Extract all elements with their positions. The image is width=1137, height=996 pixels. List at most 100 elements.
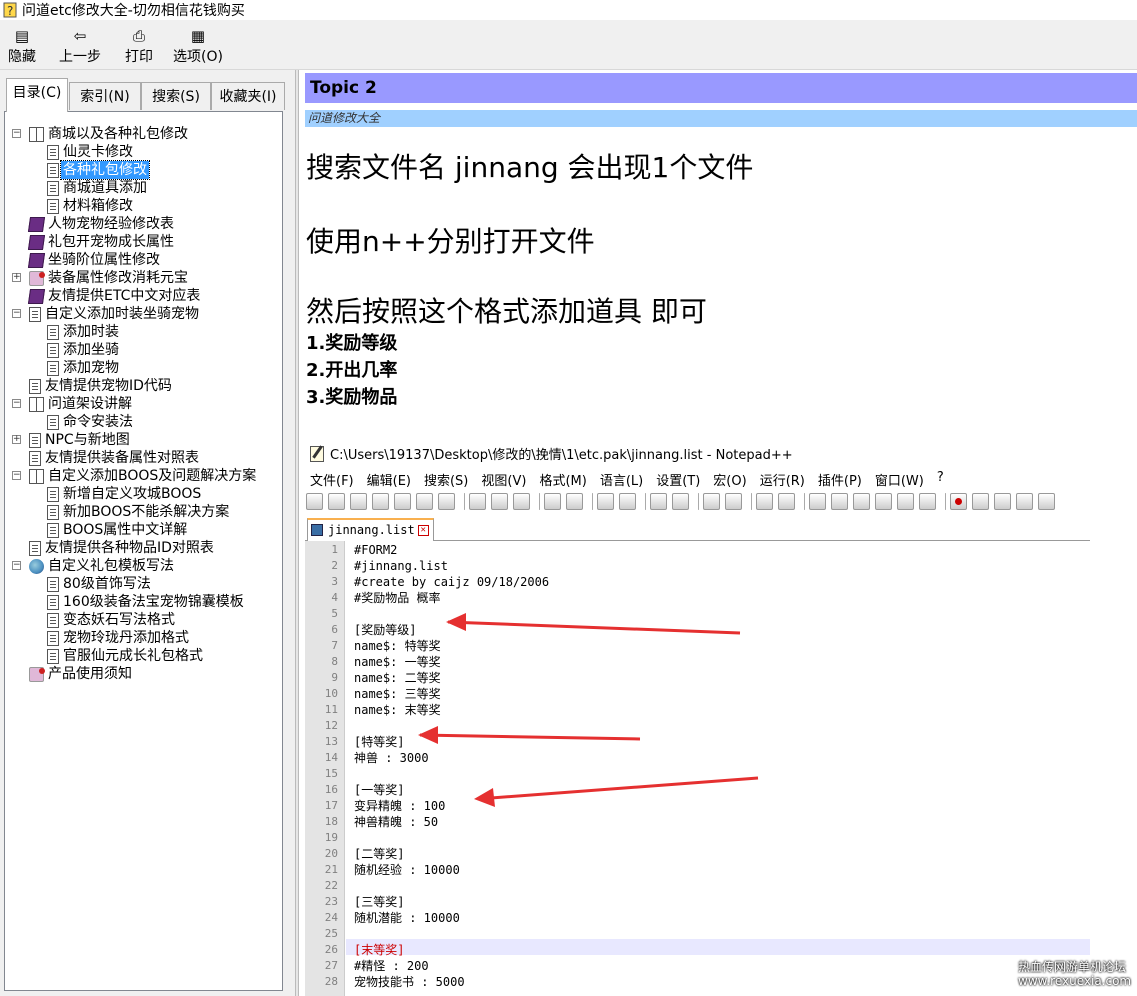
toolbar-button-icon[interactable] — [438, 492, 455, 510]
toolbar-button-icon[interactable] — [619, 492, 636, 510]
expand-toggle[interactable]: + — [12, 435, 21, 444]
tree-item[interactable]: 礼包开宠物成长属性 — [27, 233, 176, 251]
tree-item[interactable]: 友情提供ETC中文对应表 — [27, 287, 202, 305]
toolbar-button-icon[interactable] — [672, 492, 689, 510]
tab-search[interactable]: 搜索(S) — [141, 82, 211, 110]
toolbar-button-icon[interactable] — [469, 492, 486, 510]
options-button[interactable]: ▦ 选项(O) — [173, 26, 223, 68]
print-button[interactable]: ⎙ 打印 — [125, 26, 153, 68]
tree-item[interactable]: 新增自定义攻城BOOS — [47, 485, 203, 503]
tree-item[interactable]: 添加坐骑 — [47, 341, 121, 359]
toolbar-button-icon[interactable] — [491, 492, 508, 510]
tab-contents[interactable]: 目录(C) — [6, 78, 68, 112]
collapse-toggle[interactable]: − — [12, 399, 21, 408]
collapse-toggle[interactable]: − — [12, 129, 21, 138]
tree-item[interactable]: 人物宠物经验修改表 — [27, 215, 176, 233]
tree-item[interactable]: 材料箱修改 — [47, 197, 135, 215]
toolbar-button-icon[interactable] — [566, 492, 583, 510]
toolbar-button-icon[interactable] — [778, 492, 795, 510]
tree-item[interactable]: 新加BOOS不能杀解决方案 — [47, 503, 231, 521]
list-item-1: 1.奖励等级 — [306, 333, 398, 354]
pane-splitter[interactable] — [295, 70, 299, 996]
toolbar-button-icon[interactable] — [513, 492, 530, 510]
collapse-toggle[interactable]: − — [12, 561, 21, 570]
notepad-menu-item[interactable]: 搜索(S) — [424, 470, 468, 489]
tree-item[interactable]: NPC与新地图 — [29, 431, 132, 449]
tree-item[interactable]: 友情提供各种物品ID对照表 — [29, 539, 216, 557]
toolbar-button-icon[interactable] — [994, 492, 1011, 510]
close-tab-icon[interactable]: ✕ — [417, 525, 429, 536]
tree-item[interactable]: 80级首饰写法 — [47, 575, 153, 593]
toolbar-button-icon[interactable] — [703, 492, 720, 510]
notepad-toolbar — [306, 490, 1086, 512]
toolbar-button-icon[interactable] — [853, 492, 870, 510]
tree-item[interactable]: 变态妖石写法格式 — [47, 611, 177, 629]
toolbar-button-icon[interactable] — [350, 492, 367, 510]
tree-item[interactable]: 命令安装法 — [47, 413, 135, 431]
toolbar-button-icon[interactable] — [725, 492, 742, 510]
tree-item[interactable]: 友情提供装备属性对照表 — [29, 449, 201, 467]
tree-item[interactable]: 官服仙元成长礼包格式 — [47, 647, 205, 665]
notepad-menu-item[interactable]: 窗口(W) — [875, 470, 924, 489]
collapse-toggle[interactable]: − — [12, 471, 21, 480]
hide-button[interactable]: ▤ 隐藏 — [8, 26, 36, 68]
tree-item[interactable]: 仙灵卡修改 — [47, 143, 135, 161]
notepad-menu-item[interactable]: 设置(T) — [656, 470, 700, 489]
toolbar-button-icon[interactable] — [919, 492, 936, 510]
tab-index[interactable]: 索引(N) — [69, 82, 141, 110]
contents-tree[interactable]: − 商城以及各种礼包修改 仙灵卡修改 各种礼包修改 商城道具添加 材料箱修改 人物宠物经验修… — [4, 111, 283, 991]
tree-item[interactable]: 装备属性修改消耗元宝 — [29, 269, 190, 287]
tree-item[interactable]: 商城以及各种礼包修改 — [29, 125, 190, 143]
toolbar-button-icon[interactable] — [1016, 492, 1033, 510]
tree-item-label: 友情提供ETC中文对应表 — [48, 288, 201, 304]
tree-item[interactable]: 商城道具添加 — [47, 179, 149, 197]
tree-item[interactable]: BOOS属性中文详解 — [47, 521, 189, 539]
toolbar-button-icon[interactable] — [597, 492, 614, 510]
record-macro-icon[interactable] — [950, 492, 967, 510]
toolbar-button-icon[interactable] — [394, 492, 411, 510]
page-icon — [47, 612, 59, 628]
notepad-menu-item[interactable]: 插件(P) — [818, 470, 862, 489]
notepad-menu-item[interactable]: 语言(L) — [600, 470, 643, 489]
tree-item[interactable]: 添加时装 — [47, 323, 121, 341]
notepad-menu-item[interactable]: ? — [937, 470, 944, 489]
tree-item[interactable]: 坐骑阶位属性修改 — [27, 251, 162, 269]
code-line: [二等奖] — [354, 847, 405, 861]
tree-item[interactable]: 自定义礼包模板写法 — [29, 557, 176, 575]
tab-favorites[interactable]: 收藏夹(I) — [211, 82, 285, 110]
collapse-toggle[interactable]: − — [12, 309, 21, 318]
toolbar-button-icon[interactable] — [1038, 492, 1055, 510]
tree-item[interactable]: 产品使用须知 — [29, 665, 134, 683]
toolbar-button-icon[interactable] — [831, 492, 848, 510]
notepad-menu-item[interactable]: 运行(R) — [760, 470, 805, 489]
tree-item[interactable]: 友情提供宠物ID代码 — [29, 377, 174, 395]
toolbar-button-icon[interactable] — [416, 492, 433, 510]
tree-item-label: 坐骑阶位属性修改 — [48, 252, 160, 268]
notepad-menu-item[interactable]: 文件(F) — [310, 470, 354, 489]
toolbar-button-icon[interactable] — [650, 492, 667, 510]
toolbar-button-icon[interactable] — [809, 492, 826, 510]
tree-item[interactable]: 自定义添加BOOS及问题解决方案 — [29, 467, 258, 485]
page-icon — [47, 324, 59, 340]
tree-item[interactable]: 问道架设讲解 — [29, 395, 134, 413]
toolbar-button-icon[interactable] — [372, 492, 389, 510]
toolbar-button-icon[interactable] — [306, 492, 323, 510]
notepad-menu-item[interactable]: 格式(M) — [539, 470, 586, 489]
notepad-menu-item[interactable]: 宏(O) — [713, 470, 746, 489]
toolbar-button-icon[interactable] — [875, 492, 892, 510]
tree-item[interactable]: 自定义添加时装坐骑宠物 — [29, 305, 201, 323]
tree-item[interactable]: 添加宠物 — [47, 359, 121, 377]
toolbar-button-icon[interactable] — [897, 492, 914, 510]
tree-item[interactable]: 160级装备法宝宠物锦囊模板 — [47, 593, 246, 611]
notepad-menu-item[interactable]: 编辑(E) — [367, 470, 411, 489]
tree-item[interactable]: 宠物玲珑丹添加格式 — [47, 629, 191, 647]
toolbar-button-icon[interactable] — [756, 492, 773, 510]
back-button[interactable]: ⇦ 上一步 — [59, 26, 101, 68]
tree-item[interactable]: 各种礼包修改 — [47, 160, 150, 180]
expand-toggle[interactable]: + — [12, 273, 21, 282]
toolbar-button-icon[interactable] — [328, 492, 345, 510]
file-tab[interactable]: jinnang.list ✕ — [307, 518, 434, 541]
toolbar-button-icon[interactable] — [544, 492, 561, 510]
notepad-menu-item[interactable]: 视图(V) — [481, 470, 526, 489]
toolbar-button-icon[interactable] — [972, 492, 989, 510]
